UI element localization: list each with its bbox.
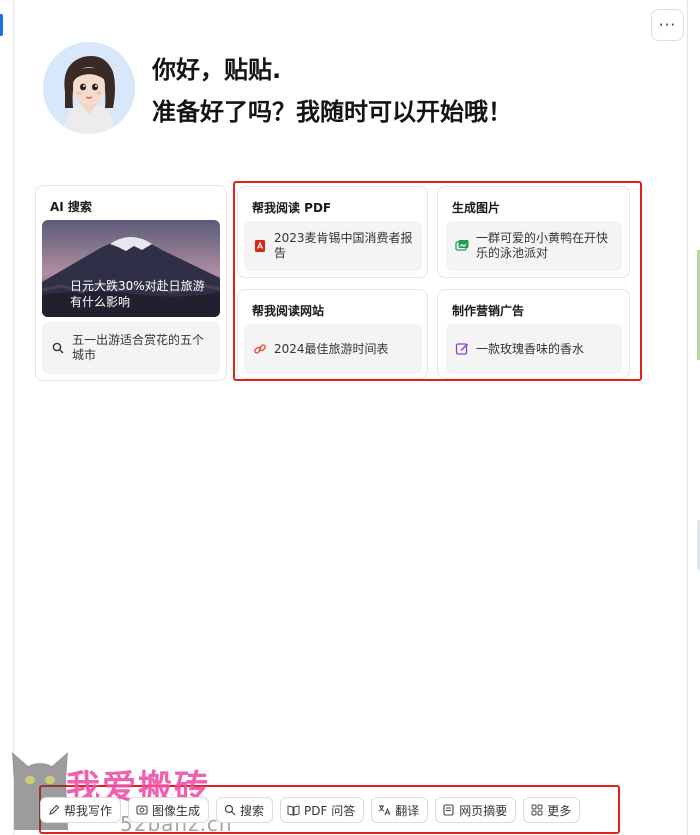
- highlight-box-cards: [233, 181, 642, 381]
- avatar-illustration-icon: [43, 42, 135, 134]
- card-title: AI 搜索: [50, 200, 92, 214]
- translate-label: 翻译: [395, 803, 420, 818]
- news-image[interactable]: 日元大跌30%对赴日旅游有什么影响: [42, 220, 220, 317]
- search-icon: [223, 804, 236, 817]
- search-suggestion[interactable]: 五一出游适合赏花的五个城市: [42, 322, 220, 374]
- more-options-button[interactable]: ···: [651, 9, 684, 41]
- write-button[interactable]: 帮我写作: [40, 797, 122, 823]
- search-icon: [50, 340, 66, 356]
- translate-icon: [378, 804, 391, 817]
- right-panel-edge: [687, 0, 700, 835]
- pen-icon: [47, 804, 60, 817]
- more-button[interactable]: 更多: [523, 797, 581, 823]
- webpage-summary-button[interactable]: 网页摘要: [435, 797, 517, 823]
- active-indicator: [0, 14, 3, 36]
- pdf-qa-label: PDF 问答: [304, 803, 356, 818]
- search-label: 搜索: [240, 803, 265, 818]
- search-button[interactable]: 搜索: [216, 797, 274, 823]
- greeting-subtitle: 准备好了吗？我随时可以开始哦！: [152, 98, 512, 126]
- search-suggestion-label: 五一出游适合赏花的五个城市: [72, 333, 205, 362]
- grid-icon: [530, 804, 543, 817]
- image-gen-label: 图像生成: [152, 803, 201, 818]
- write-label: 帮我写作: [64, 803, 113, 818]
- image-icon: [135, 804, 148, 817]
- app-window: ··· 你好，贴贴. 准备好了吗？我随时可以开始哦！ AI 搜索 日元大跌30%…: [0, 0, 700, 835]
- webpage-summary-label: 网页摘要: [459, 803, 508, 818]
- avatar: [43, 42, 135, 134]
- translate-button[interactable]: 翻译: [371, 797, 429, 823]
- webpage-icon: [442, 804, 455, 817]
- book-icon: [287, 804, 300, 817]
- image-gen-button[interactable]: 图像生成: [128, 797, 210, 823]
- quick-actions-toolbar: 帮我写作 图像生成 搜索 PDF 问答 翻译 网页摘要 更多: [40, 797, 581, 825]
- left-sidebar-edge: [0, 0, 14, 835]
- ai-search-card[interactable]: AI 搜索 日元大跌30%对赴日旅游有什么影响 五一出游适合赏花的五个城市: [35, 185, 227, 381]
- greeting-title: 你好，贴贴.: [152, 56, 282, 84]
- pdf-qa-button[interactable]: PDF 问答: [280, 797, 365, 823]
- more-label: 更多: [547, 803, 572, 818]
- news-caption: 日元大跌30%对赴日旅游有什么影响: [70, 279, 205, 309]
